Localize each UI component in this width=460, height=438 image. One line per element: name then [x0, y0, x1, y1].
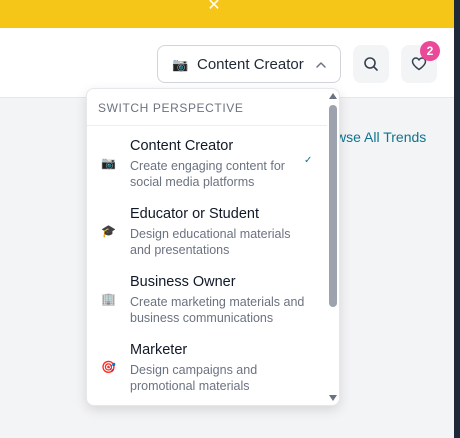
search-icon [364, 57, 378, 71]
divider [87, 125, 327, 126]
browse-all-trends-link[interactable]: wse All Trends [336, 129, 426, 145]
option-description: Design educational materials and present… [130, 227, 291, 257]
favorites-count-badge: 2 [420, 41, 440, 61]
option-description: Create engaging content for social media… [130, 159, 285, 189]
chevron-up-icon [316, 62, 326, 68]
camera-icon: 📷 [172, 57, 189, 72]
dropdown-heading: SWITCH PERSPECTIVE [98, 101, 244, 115]
option-description: Design campaigns and promotional materia… [130, 363, 258, 393]
option-educator-or-student[interactable]: 🎓 Educator or Student Design educational… [87, 197, 327, 265]
announcement-banner: ✕ [0, 0, 454, 28]
scroll-down-arrow-icon[interactable] [329, 395, 337, 401]
office-building-icon: 🏢 [101, 292, 116, 306]
option-business-owner[interactable]: 🏢 Business Owner Create marketing materi… [87, 265, 327, 333]
scroll-up-arrow-icon[interactable] [329, 93, 337, 99]
option-description: Create marketing materials and business … [130, 295, 305, 325]
perspective-dropdown: SWITCH PERSPECTIVE 📷 Content Creator Cre… [86, 88, 340, 406]
close-icon[interactable]: ✕ [205, 0, 223, 14]
graduation-cap-icon: 🎓 [101, 224, 116, 238]
target-icon: 🎯 [101, 360, 116, 374]
option-title: Marketer [130, 342, 188, 358]
check-icon: ✓ [304, 155, 313, 166]
perspective-label: Content Creator [197, 56, 304, 73]
scrollbar-thumb[interactable] [329, 105, 337, 307]
search-button[interactable] [353, 45, 389, 83]
option-marketer[interactable]: 🎯 Marketer Design campaigns and promotio… [87, 333, 327, 401]
window-edge [454, 0, 460, 438]
perspective-switcher-button[interactable]: 📷 Content Creator [157, 45, 341, 83]
option-title: Business Owner [130, 274, 236, 290]
option-title: Content Creator [130, 138, 234, 154]
option-content-creator[interactable]: 📷 Content Creator Create engaging conten… [87, 129, 327, 197]
option-title: Educator or Student [130, 206, 259, 222]
camera-icon: 📷 [101, 156, 116, 170]
